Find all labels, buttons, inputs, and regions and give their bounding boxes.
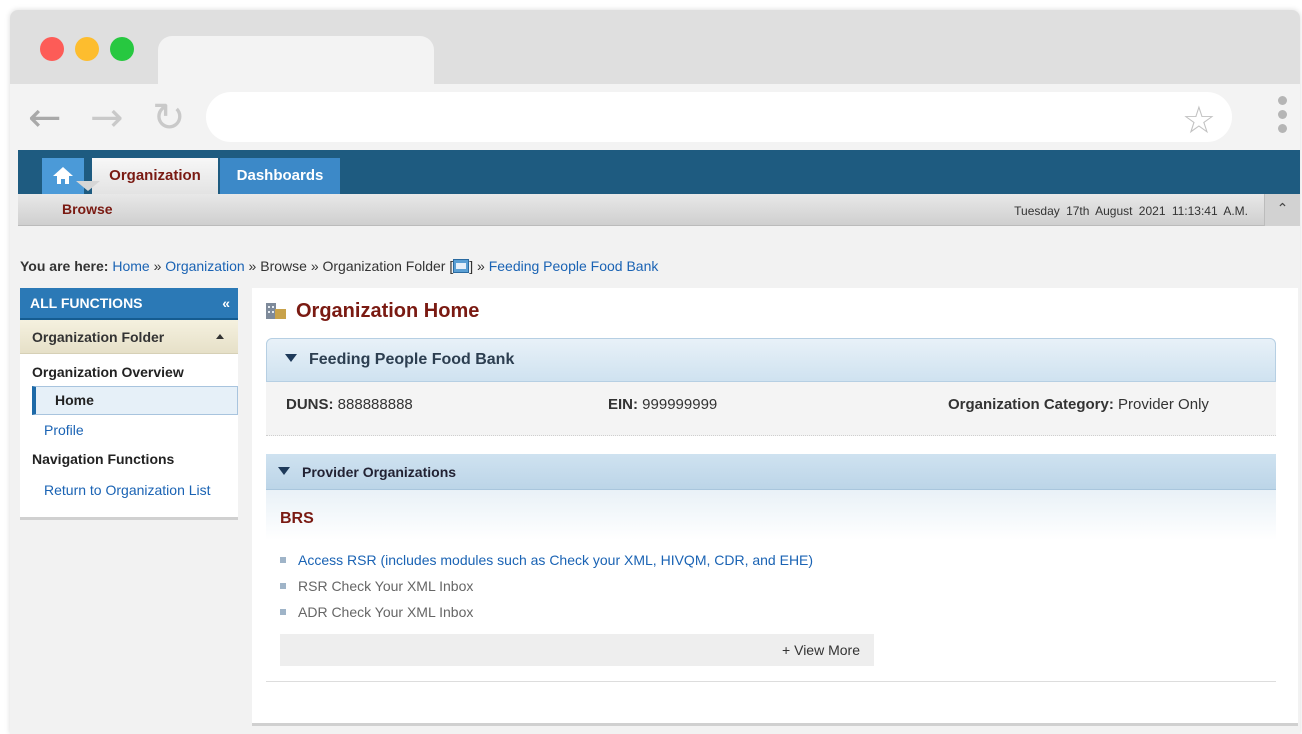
duns-value: 888888888 bbox=[337, 396, 413, 413]
sidebar-item-home[interactable]: Home bbox=[32, 386, 238, 415]
subnav-browse[interactable]: Browse bbox=[62, 201, 113, 217]
expand-triangle-icon bbox=[285, 354, 297, 362]
sidebar-folder-toggle[interactable]: Organization Folder bbox=[20, 320, 238, 354]
main-panel: Organization Home Feeding People Food Ba… bbox=[252, 288, 1298, 726]
breadcrumb: You are here: Home » Organization » Brow… bbox=[20, 258, 658, 274]
ein-value: 999999999 bbox=[642, 396, 718, 413]
sidebar-item-profile[interactable]: Profile bbox=[20, 415, 238, 445]
view-more-button[interactable]: + View More bbox=[280, 634, 874, 666]
ein-field: EIN: 999999999 bbox=[608, 396, 717, 413]
current-datetime: Tuesday 17th August 2021 11:13:41 A.M. bbox=[1014, 204, 1248, 218]
organization-summary-panel: Feeding People Food Bank DUNS: 888888888… bbox=[266, 338, 1276, 436]
breadcrumb-separator: » bbox=[477, 258, 485, 274]
org-panel-header[interactable]: Feeding People Food Bank bbox=[266, 338, 1276, 382]
breadcrumb-bracket-close: ] bbox=[469, 258, 474, 274]
breadcrumb-browse: Browse bbox=[260, 258, 307, 274]
org-name: Feeding People Food Bank bbox=[309, 351, 515, 368]
app-content: Organization Dashboards Browse Tuesday 1… bbox=[10, 150, 1300, 734]
sidebar-header: ALL FUNCTIONS « bbox=[20, 288, 238, 320]
breadcrumb-separator: » bbox=[153, 258, 162, 274]
sidebar-folder-label: Organization Folder bbox=[32, 329, 165, 345]
provider-organizations-panel: Provider Organizations BRS Access RSR (i… bbox=[266, 454, 1276, 682]
active-subnav-pointer bbox=[76, 181, 100, 191]
sidebar: ALL FUNCTIONS « Organization Folder Orga… bbox=[20, 288, 238, 520]
double-chevron-up-icon[interactable]: ⌃ bbox=[1264, 194, 1300, 226]
category-label: Organization Category: bbox=[948, 396, 1114, 413]
forward-arrow-icon[interactable]: → bbox=[90, 98, 124, 138]
star-icon[interactable]: ☆ bbox=[1182, 98, 1216, 142]
tab-dashboards[interactable]: Dashboards bbox=[220, 158, 340, 194]
browser-window: ← → ↻ ☆ Organization Dashboards Browse T… bbox=[10, 10, 1300, 734]
sidebar-section-overview: Organization Overview bbox=[32, 364, 184, 380]
provider-group-title: BRS bbox=[280, 510, 314, 527]
provider-panel-body: BRS Access RSR (includes modules such as… bbox=[266, 490, 1276, 680]
browser-tab[interactable] bbox=[158, 36, 434, 86]
reload-icon[interactable]: ↻ bbox=[152, 98, 186, 138]
breadcrumb-folder: Organization Folder bbox=[322, 258, 446, 274]
maximize-window-button[interactable] bbox=[110, 37, 134, 61]
address-bar[interactable]: ☆ bbox=[206, 92, 1232, 142]
expand-triangle-icon bbox=[278, 467, 290, 475]
provider-header-label: Provider Organizations bbox=[302, 464, 457, 480]
provider-panel-header[interactable]: Provider Organizations bbox=[266, 454, 1276, 490]
page-title-row: Organization Home bbox=[266, 300, 479, 323]
org-details: DUNS: 888888888 EIN: 999999999 Organizat… bbox=[266, 382, 1276, 436]
access-rsr-link[interactable]: Access RSR (includes modules such as Che… bbox=[280, 547, 813, 573]
breadcrumb-separator: » bbox=[310, 258, 319, 274]
kebab-menu-icon[interactable] bbox=[1278, 96, 1288, 138]
breadcrumb-organization[interactable]: Organization bbox=[165, 258, 244, 274]
provider-link-list: Access RSR (includes modules such as Che… bbox=[280, 547, 813, 625]
building-icon bbox=[266, 301, 286, 319]
breadcrumb-home[interactable]: Home bbox=[112, 258, 149, 274]
sidebar-title: ALL FUNCTIONS bbox=[30, 295, 143, 311]
collapse-sidebar-icon[interactable]: « bbox=[222, 288, 230, 318]
folder-icon[interactable] bbox=[453, 259, 470, 273]
tab-organization[interactable]: Organization bbox=[92, 158, 218, 194]
category-value: Provider Only bbox=[1118, 396, 1209, 413]
sub-navigation: Browse Tuesday 17th August 2021 11:13:41… bbox=[18, 194, 1300, 226]
duns-label: DUNS: bbox=[286, 396, 334, 413]
back-arrow-icon[interactable]: ← bbox=[28, 98, 62, 138]
browser-toolbar: ← → ↻ ☆ bbox=[10, 84, 1300, 150]
browser-tab-bar bbox=[10, 10, 1300, 86]
sidebar-section-navigation: Navigation Functions bbox=[32, 451, 175, 467]
breadcrumb-current-org[interactable]: Feeding People Food Bank bbox=[489, 258, 659, 274]
category-field: Organization Category: Provider Only bbox=[948, 396, 1209, 413]
home-icon bbox=[53, 167, 73, 184]
breadcrumb-label: You are here: bbox=[20, 258, 109, 274]
ein-label: EIN: bbox=[608, 396, 638, 413]
page-title: Organization Home bbox=[296, 300, 480, 322]
top-navigation: Organization Dashboards bbox=[18, 150, 1300, 194]
rsr-inbox-link[interactable]: RSR Check Your XML Inbox bbox=[280, 573, 813, 599]
sidebar-item-return-to-list[interactable]: Return to Organization List bbox=[20, 475, 238, 505]
breadcrumb-separator: » bbox=[248, 258, 257, 274]
duns-field: DUNS: 888888888 bbox=[286, 396, 413, 413]
close-window-button[interactable] bbox=[40, 37, 64, 61]
caret-up-icon bbox=[216, 334, 224, 339]
adr-inbox-link[interactable]: ADR Check Your XML Inbox bbox=[280, 599, 813, 625]
minimize-window-button[interactable] bbox=[75, 37, 99, 61]
